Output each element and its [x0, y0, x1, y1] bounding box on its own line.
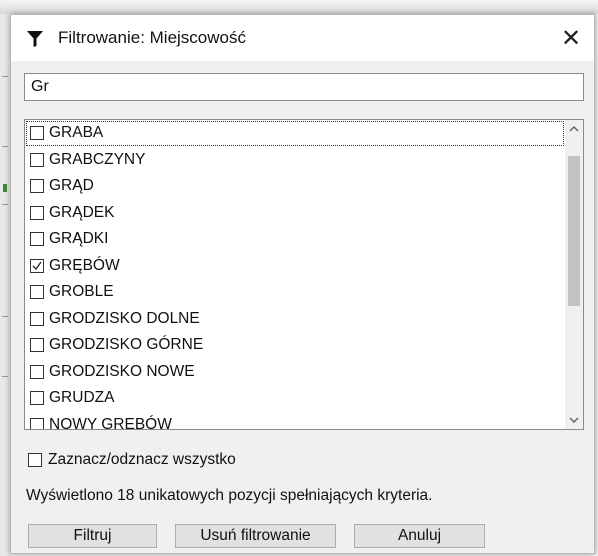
list-item[interactable]: GRĄDEK: [25, 200, 565, 227]
chevron-up-icon[interactable]: [565, 120, 583, 138]
list-item-label: GRODZISKO GÓRNE: [49, 336, 204, 354]
close-icon: ✕: [560, 24, 582, 52]
filter-dialog: Filtrowanie: Miejscowość ✕ GRABA GRABCZYN…: [10, 14, 595, 554]
list-item[interactable]: GROBLE: [25, 279, 565, 306]
list-item[interactable]: NOWY GRĘBÓW: [25, 412, 565, 430]
checkbox[interactable]: [30, 285, 44, 300]
list-item-label: GRABCZYNY: [49, 150, 146, 168]
checkbox[interactable]: [30, 417, 44, 429]
list-item[interactable]: GRĘBÓW: [25, 253, 565, 280]
list-item[interactable]: GRABCZYNY: [25, 147, 565, 174]
checkbox[interactable]: [28, 453, 42, 467]
background-window-edge: [0, 0, 598, 14]
status-text: Wyświetlono 18 unikatowych pozycji spełn…: [26, 487, 433, 504]
checkbox[interactable]: [30, 364, 44, 379]
list-item-label: GRĘBÓW: [49, 256, 120, 274]
close-button[interactable]: ✕: [548, 15, 594, 61]
remove-filter-button[interactable]: Usuń filtrowanie: [175, 524, 336, 548]
dialog-titlebar: Filtrowanie: Miejscowość ✕: [11, 15, 594, 61]
chevron-down-icon[interactable]: [565, 411, 583, 429]
list-item-label: GRĄD: [49, 177, 94, 195]
list-item[interactable]: GRODZISKO DOLNE: [25, 306, 565, 333]
list-item-label: GROBLE: [49, 283, 114, 301]
checkbox[interactable]: [30, 338, 44, 353]
list-item[interactable]: GRODZISKO GÓRNE: [25, 332, 565, 359]
filter-button[interactable]: Filtruj: [28, 524, 157, 548]
select-all-checkbox[interactable]: Zaznacz/odznacz wszystko: [28, 451, 236, 469]
checkbox[interactable]: [30, 311, 44, 326]
filter-icon: [26, 30, 44, 48]
background-spreadsheet-strip: [0, 14, 10, 556]
list-item[interactable]: GRĄDKI: [25, 226, 565, 253]
scrollbar-thumb[interactable]: [568, 156, 580, 306]
checkbox[interactable]: [30, 205, 44, 220]
cancel-button[interactable]: Anuluj: [354, 524, 485, 548]
search-input[interactable]: [24, 73, 584, 101]
checkbox[interactable]: [30, 152, 44, 167]
list-item-label: GRODZISKO NOWE: [49, 362, 195, 380]
checkbox[interactable]: [30, 179, 44, 194]
checkbox[interactable]: [30, 258, 44, 273]
checkbox[interactable]: [30, 126, 44, 141]
list-item-label: NOWY GRĘBÓW: [49, 415, 172, 430]
checkbox[interactable]: [30, 391, 44, 406]
checkbox[interactable]: [30, 232, 44, 247]
dialog-title: Filtrowanie: Miejscowość: [58, 28, 246, 47]
list-item-label: GRODZISKO DOLNE: [49, 309, 200, 327]
vertical-scrollbar[interactable]: [565, 120, 583, 429]
list-item-label: GRABA: [49, 124, 104, 142]
list-item[interactable]: GRABA: [25, 120, 565, 147]
list-item-label: GRĄDKI: [49, 230, 109, 248]
checkmark-icon: [32, 261, 42, 270]
list-item[interactable]: GRODZISKO NOWE: [25, 359, 565, 386]
list-item[interactable]: GRUDZA: [25, 385, 565, 412]
list-item[interactable]: GRĄD: [25, 173, 565, 200]
select-all-label: Zaznacz/odznacz wszystko: [48, 451, 236, 468]
value-listbox[interactable]: GRABA GRABCZYNY GRĄD GRĄDEK GRĄDKI GRĘBÓW GROB…: [24, 119, 584, 430]
list-item-label: GRĄDEK: [49, 203, 115, 221]
list-item-label: GRUDZA: [49, 389, 115, 407]
value-list: GRABA GRABCZYNY GRĄD GRĄDEK GRĄDKI GRĘBÓW GROB…: [25, 120, 565, 430]
